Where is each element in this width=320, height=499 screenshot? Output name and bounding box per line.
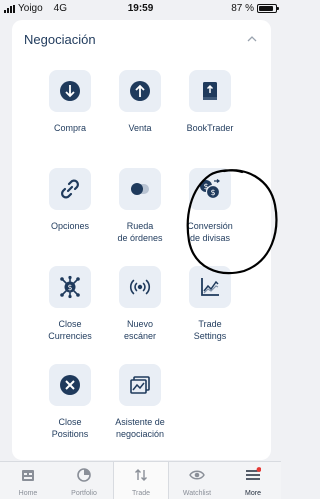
- close-currencies-label-line1: Close: [58, 319, 82, 329]
- arrow-up-circle-icon: [130, 81, 150, 101]
- trade-settings-button[interactable]: Trade Settings: [170, 266, 250, 342]
- new-scanner-label: Nuevo escáner: [100, 318, 180, 342]
- image-chart-icon: [130, 376, 150, 394]
- chart-icon: [201, 278, 219, 296]
- status-bar: Yoigo 4G 19:59 87 %: [0, 0, 281, 18]
- order-wheel-tile: [119, 168, 161, 210]
- order-wheel-label: Rueda de órdenes: [100, 220, 180, 244]
- options-tile: [49, 168, 91, 210]
- trading-assistant-label-line2: negociación: [115, 429, 165, 439]
- menu-icon: [246, 467, 262, 480]
- currency-conversion-label-line2: de divisas: [189, 233, 231, 243]
- pie-chart-icon: [77, 468, 91, 482]
- sell-label: Venta: [128, 123, 152, 133]
- tab-home[interactable]: Home: [0, 462, 56, 499]
- trading-assistant-tile: [119, 364, 161, 406]
- close-currencies-tile: $: [49, 266, 91, 308]
- arrow-down-circle-icon: [60, 81, 80, 101]
- booktrader-label: BookTrader: [186, 123, 234, 133]
- close-positions-label-line2: Positions: [51, 429, 89, 439]
- new-scanner-label-line2: escáner: [123, 331, 157, 341]
- close-currencies-label-line2: Currencies: [48, 331, 92, 341]
- trade-arrows-icon: [135, 469, 147, 481]
- trading-assistant-label: Asistente de negociación: [100, 416, 180, 440]
- new-scanner-label-line1: Nuevo: [126, 319, 153, 329]
- buy-button[interactable]: Compra: [30, 70, 110, 134]
- battery-icon: [257, 4, 279, 13]
- close-circle-icon: [60, 375, 80, 395]
- booktrader-tile: [189, 70, 231, 112]
- tab-more[interactable]: More: [225, 462, 281, 499]
- close-positions-label-line1: Close: [58, 417, 82, 427]
- tab-watchlist[interactable]: Watchlist: [169, 462, 225, 499]
- tab-trade-label: Trade: [131, 490, 151, 497]
- bottom-nav: Home Portfolio Trade Watchlist More: [0, 461, 281, 499]
- currency-conversion-label: Conversión de divisas: [170, 220, 250, 244]
- trading-assistant-label-line1: Asistente de: [115, 417, 165, 427]
- book-icon: [203, 82, 217, 100]
- currency-exchange-icon: $ $: [200, 179, 221, 200]
- close-currencies-label: Close Currencies: [30, 318, 110, 342]
- trade-settings-tile: [189, 266, 231, 308]
- order-wheel-label-line2: de órdenes: [117, 233, 163, 243]
- close-currencies-button[interactable]: $ Close Currencies: [30, 266, 110, 342]
- new-scanner-tile: [119, 266, 161, 308]
- order-wheel-label-line1: Rueda: [126, 221, 154, 231]
- options-button[interactable]: Opciones: [30, 168, 110, 232]
- trade-settings-label: Trade Settings: [170, 318, 250, 342]
- trading-assistant-button[interactable]: Asistente de negociación: [100, 364, 180, 440]
- close-positions-label: Close Positions: [30, 416, 110, 440]
- chevron-up-icon[interactable]: [245, 32, 259, 46]
- trade-settings-label-line2: Settings: [193, 331, 227, 341]
- sell-button[interactable]: Venta: [100, 70, 180, 134]
- tab-portfolio-label: Portfolio: [71, 490, 97, 497]
- new-scanner-button[interactable]: Nuevo escáner: [100, 266, 180, 342]
- tab-more-label: More: [245, 490, 261, 497]
- toggle-icon: [131, 183, 149, 195]
- currency-conversion-tile: $ $: [189, 168, 231, 210]
- network-dollar-icon: $: [60, 275, 80, 299]
- trade-settings-label-line1: Trade: [198, 319, 222, 329]
- close-positions-tile: [49, 364, 91, 406]
- options-label: Opciones: [50, 221, 90, 231]
- tab-portfolio[interactable]: Portfolio: [56, 462, 112, 499]
- close-positions-button[interactable]: Close Positions: [30, 364, 110, 440]
- currency-conversion-button[interactable]: $ $ Conversión de divisas: [170, 168, 250, 244]
- section-title: Negociación: [24, 32, 96, 47]
- tab-home-label: Home: [18, 490, 38, 497]
- buy-label: Compra: [53, 123, 86, 133]
- battery-percent: 87 %: [231, 3, 254, 14]
- currency-conversion-label-line1: Conversión: [187, 221, 233, 231]
- svg-text:$: $: [210, 188, 215, 197]
- home-icon: [22, 470, 34, 481]
- tab-trade[interactable]: Trade: [113, 462, 169, 499]
- svg-text:$: $: [68, 283, 73, 292]
- section-header[interactable]: Negociación: [12, 20, 271, 60]
- booktrader-button[interactable]: BookTrader: [170, 70, 250, 134]
- buy-tile: [49, 70, 91, 112]
- scanner-icon: [129, 279, 151, 295]
- eye-icon: [189, 470, 205, 480]
- link-icon: [61, 179, 79, 199]
- sell-tile: [119, 70, 161, 112]
- tab-watchlist-label: Watchlist: [182, 490, 212, 497]
- order-wheel-button[interactable]: Rueda de órdenes: [100, 168, 180, 244]
- trading-card: Negociación Compra Venta BookTrader Opci…: [12, 20, 278, 460]
